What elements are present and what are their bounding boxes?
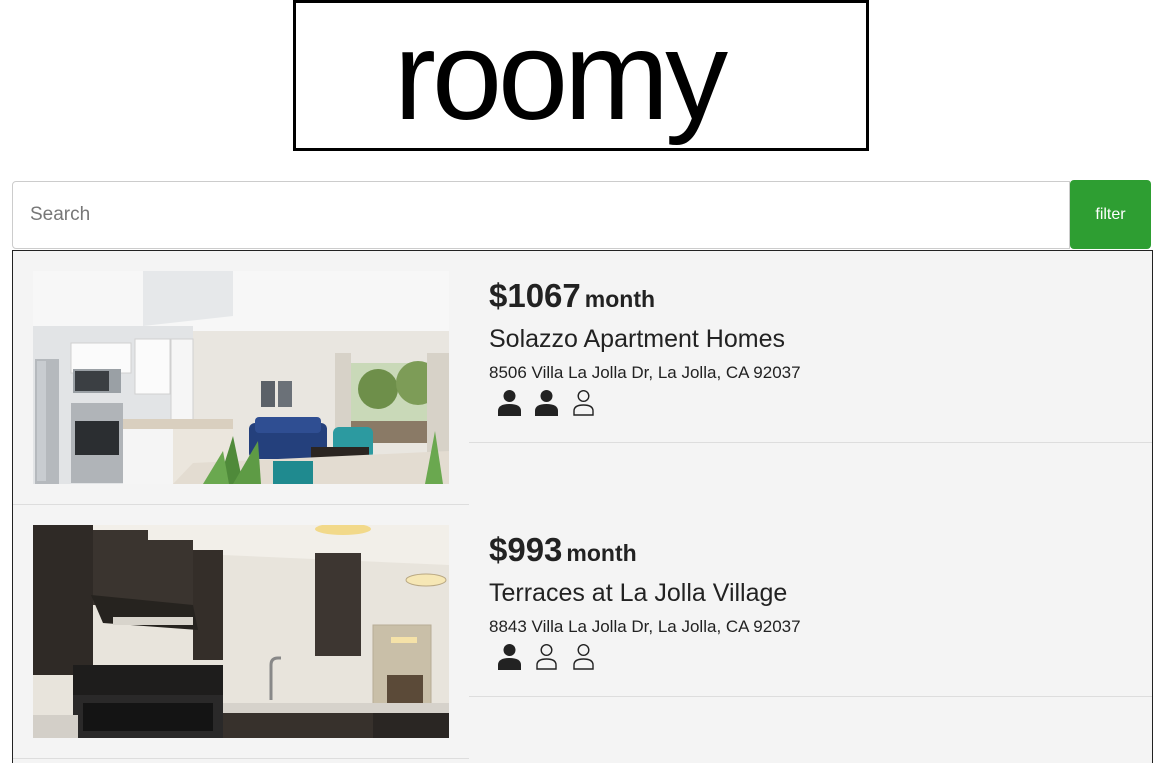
search-input[interactable] [12,181,1070,249]
living-room-kitchen-photo[interactable] [33,271,449,484]
person-outline-icon [536,643,557,670]
logo-wordmark: roomy [394,5,728,146]
listing-results: $1067 month Solazzo Apartment Homes 8506 … [12,250,1153,763]
listing-card[interactable]: $1067 month Solazzo Apartment Homes 8506 … [13,251,1152,505]
occupancy-indicator [497,389,801,417]
listing-address: 8506 Villa La Jolla Dr, La Jolla, CA 920… [489,363,801,382]
listing-card[interactable]: $993 month Terraces at La Jolla Village 8… [13,505,1152,759]
price-period: month [566,540,637,566]
person-outline-icon [573,643,594,670]
divider [469,696,1152,697]
listing-info: $993 month Terraces at La Jolla Village 8… [489,531,801,671]
listing-name[interactable]: Terraces at La Jolla Village [489,579,801,608]
person-filled-icon [535,390,558,416]
filter-button[interactable]: filter [1070,180,1151,249]
price-line: $1067 month [489,277,801,315]
search-bar: filter [12,180,1152,249]
person-outline-icon [573,389,594,416]
price-line: $993 month [489,531,801,569]
roomy-logo[interactable]: roomy [293,0,869,151]
divider [469,442,1152,443]
kitchen-photo[interactable] [33,525,449,738]
listing-price: $993 [489,531,563,568]
listing-name[interactable]: Solazzo Apartment Homes [489,325,801,354]
price-period: month [584,286,656,312]
divider [13,758,469,759]
listing-price: $1067 [489,277,581,314]
occupancy-indicator [497,643,801,671]
listing-info: $1067 month Solazzo Apartment Homes 8506 … [489,277,801,417]
listing-address: 8843 Villa La Jolla Dr, La Jolla, CA 920… [489,617,801,636]
person-filled-icon [498,644,521,670]
person-filled-icon [498,390,521,416]
